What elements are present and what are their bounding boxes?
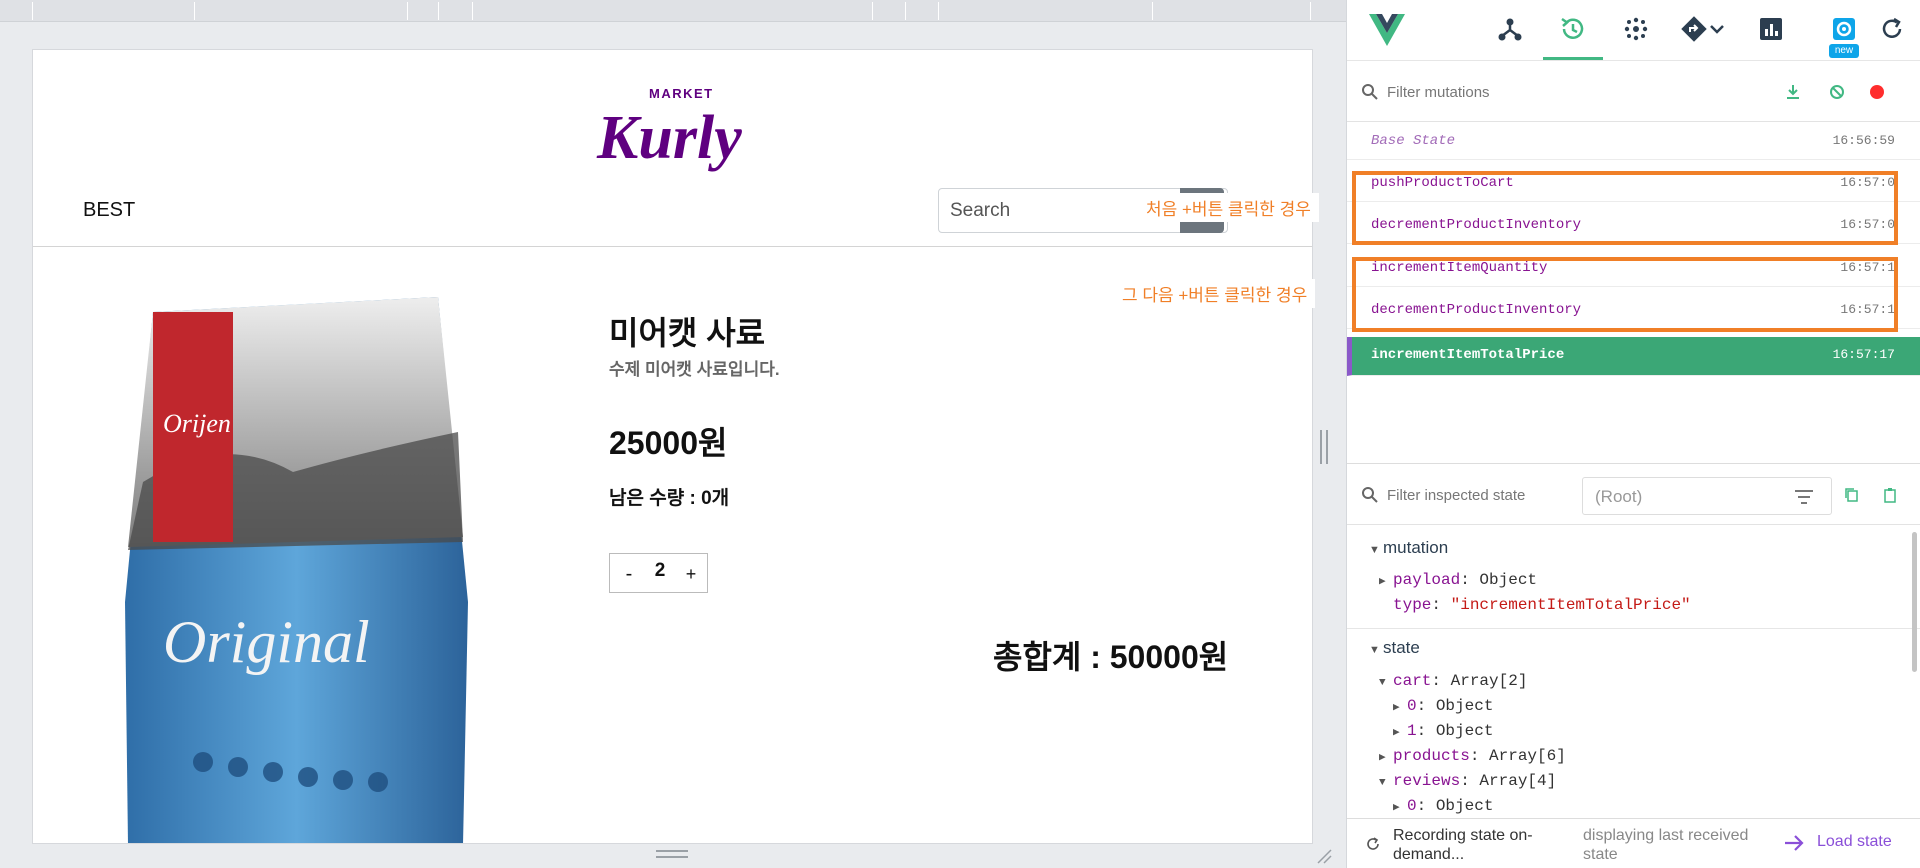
svg-text:Kurly: Kurly bbox=[596, 104, 742, 172]
svg-text:MARKET: MARKET bbox=[649, 86, 714, 101]
record-icon[interactable] bbox=[1867, 82, 1887, 102]
tree-node-reviews[interactable]: ▼ reviews: Array[4] bbox=[1379, 772, 1556, 790]
mutation-name: incrementItemTotalPrice bbox=[1371, 347, 1565, 363]
download-icon[interactable] bbox=[1783, 82, 1803, 102]
clear-icon[interactable] bbox=[1827, 82, 1847, 102]
mutation-time: 16:57:0 bbox=[1840, 175, 1895, 190]
remaining-quantity: 남은 수량 : 0개 bbox=[609, 488, 730, 509]
store-page: MARKET Kurly BEST Search Orijen Original… bbox=[32, 49, 1313, 844]
state-scrollbar[interactable] bbox=[1912, 532, 1917, 672]
chart-icon[interactable] bbox=[1756, 14, 1786, 44]
tree-node-type: type: "incrementItemTotalPrice" bbox=[1393, 596, 1691, 614]
viewport-ruler bbox=[0, 0, 1346, 22]
mutation-row-base-state[interactable]: Base State 16:56:59 bbox=[1347, 124, 1920, 160]
tree-node-cart-1[interactable]: ▶ 1: Object bbox=[1393, 722, 1493, 740]
mutation-name: decrementProductInventory bbox=[1371, 217, 1582, 233]
kurly-logo[interactable]: MARKET Kurly bbox=[591, 80, 751, 190]
tree-node-cart-0[interactable]: ▶ 0: Object bbox=[1393, 697, 1493, 715]
load-state-button[interactable]: Load state bbox=[1817, 833, 1892, 851]
annotation-second-click: 그 다음 +버튼 클릭한 경우 bbox=[1114, 279, 1316, 308]
mutation-filter-input[interactable] bbox=[1387, 77, 1747, 107]
root-select[interactable]: (Root) bbox=[1582, 477, 1832, 515]
mutation-name: decrementProductInventory bbox=[1371, 302, 1582, 318]
mutation-name: incrementItemQuantity bbox=[1371, 260, 1548, 276]
sync-icon bbox=[1367, 837, 1379, 850]
settings-icon[interactable] bbox=[1829, 14, 1859, 44]
mutation-time: 16:56:59 bbox=[1832, 133, 1895, 148]
nav-best-link[interactable]: BEST bbox=[83, 199, 135, 222]
resize-corner-icon[interactable] bbox=[1316, 848, 1332, 864]
state-filter-bar: (Root) bbox=[1347, 463, 1920, 525]
quantity-value: 2 bbox=[654, 560, 666, 581]
svg-text:Original: Original bbox=[163, 609, 370, 675]
mutation-name: pushProductToCart bbox=[1371, 175, 1514, 191]
section-divider bbox=[1347, 628, 1920, 629]
recording-status: Recording state on-demand... bbox=[1393, 827, 1533, 863]
component-tree-icon[interactable] bbox=[1495, 14, 1525, 44]
mutation-list: Base State 16:56:59 pushProductToCart 16… bbox=[1347, 124, 1920, 378]
copy-icon[interactable] bbox=[1844, 487, 1860, 503]
display-status: displaying last received state bbox=[1583, 827, 1749, 863]
root-select-value: (Root) bbox=[1595, 487, 1643, 506]
header-divider bbox=[33, 246, 1312, 247]
history-icon[interactable] bbox=[1558, 14, 1588, 44]
tree-node-products[interactable]: ▶ products: Array[6] bbox=[1379, 747, 1566, 765]
resize-handle-right[interactable] bbox=[1320, 430, 1330, 464]
state-filter-input[interactable] bbox=[1387, 480, 1597, 510]
active-tab-indicator bbox=[1543, 57, 1603, 60]
decrement-button[interactable]: - bbox=[618, 562, 640, 586]
mutation-time: 16:57:0 bbox=[1840, 217, 1895, 232]
devtools-toolbar: new bbox=[1347, 0, 1920, 61]
mutation-time: 16:57:1 bbox=[1840, 302, 1895, 317]
mutation-name: Base State bbox=[1371, 133, 1456, 149]
refresh-icon[interactable] bbox=[1877, 14, 1907, 44]
mutation-row-selected[interactable]: incrementItemTotalPrice 16:57:17 bbox=[1347, 337, 1920, 376]
routing-icon[interactable] bbox=[1679, 14, 1709, 44]
cat-food-bag-image: Orijen Original bbox=[125, 297, 468, 843]
mutation-row[interactable]: incrementItemQuantity 16:57:1 bbox=[1347, 251, 1920, 287]
annotation-first-click: 처음 +버튼 클릭한 경우 bbox=[1138, 193, 1319, 222]
tree-node-cart[interactable]: ▼ cart: Array[2] bbox=[1379, 672, 1527, 690]
devtools-footer: Recording state on-demand... displaying … bbox=[1347, 818, 1920, 868]
section-state[interactable]: ▼ state bbox=[1369, 638, 1420, 658]
vue-logo-icon bbox=[1369, 14, 1405, 46]
dots-grid-icon[interactable] bbox=[1621, 14, 1651, 44]
total-price: 총합계 : 50000원 bbox=[993, 639, 1229, 675]
arrow-right-icon[interactable] bbox=[1783, 833, 1805, 853]
product-title: 미어캣 사료 bbox=[609, 315, 766, 351]
screen: MARKET Kurly BEST Search Orijen Original… bbox=[0, 0, 1920, 868]
product-description: 수제 미어캣 사료입니다. bbox=[609, 360, 780, 379]
mutation-time: 16:57:17 bbox=[1832, 347, 1895, 362]
mutation-row[interactable]: pushProductToCart 16:57:0 bbox=[1347, 166, 1920, 202]
section-mutation[interactable]: ▼ mutation bbox=[1369, 538, 1448, 558]
increment-button[interactable]: + bbox=[680, 562, 702, 586]
device-preview-area: MARKET Kurly BEST Search Orijen Original… bbox=[0, 0, 1346, 868]
state-inspector: ▼ mutation ▶ payload: Object type: "increm… bbox=[1347, 528, 1920, 818]
mutation-filter-bar bbox=[1347, 62, 1920, 122]
tree-node-reviews-0[interactable]: ▶ 0: Object bbox=[1393, 797, 1493, 815]
product-price: 25000원 bbox=[609, 425, 728, 461]
quantity-stepper: - 2 + bbox=[609, 553, 708, 593]
svg-text:Orijen: Orijen bbox=[163, 409, 231, 438]
search-icon bbox=[1362, 487, 1378, 503]
resize-handle-bottom[interactable] bbox=[656, 850, 688, 860]
new-badge: new bbox=[1829, 44, 1859, 58]
chevron-down-icon[interactable] bbox=[1707, 14, 1727, 44]
vue-devtools-panel: new Base State 16:56:59 bbox=[1346, 0, 1920, 868]
tree-node-payload[interactable]: ▶ payload: Object bbox=[1379, 571, 1537, 589]
search-icon bbox=[1362, 84, 1378, 100]
paste-icon[interactable] bbox=[1882, 487, 1898, 503]
mutation-row[interactable]: decrementProductInventory 16:57:1 bbox=[1347, 293, 1920, 329]
mutation-row[interactable]: decrementProductInventory 16:57:0 bbox=[1347, 208, 1920, 244]
mutation-time: 16:57:1 bbox=[1840, 260, 1895, 275]
filter-icon[interactable] bbox=[1793, 487, 1815, 507]
